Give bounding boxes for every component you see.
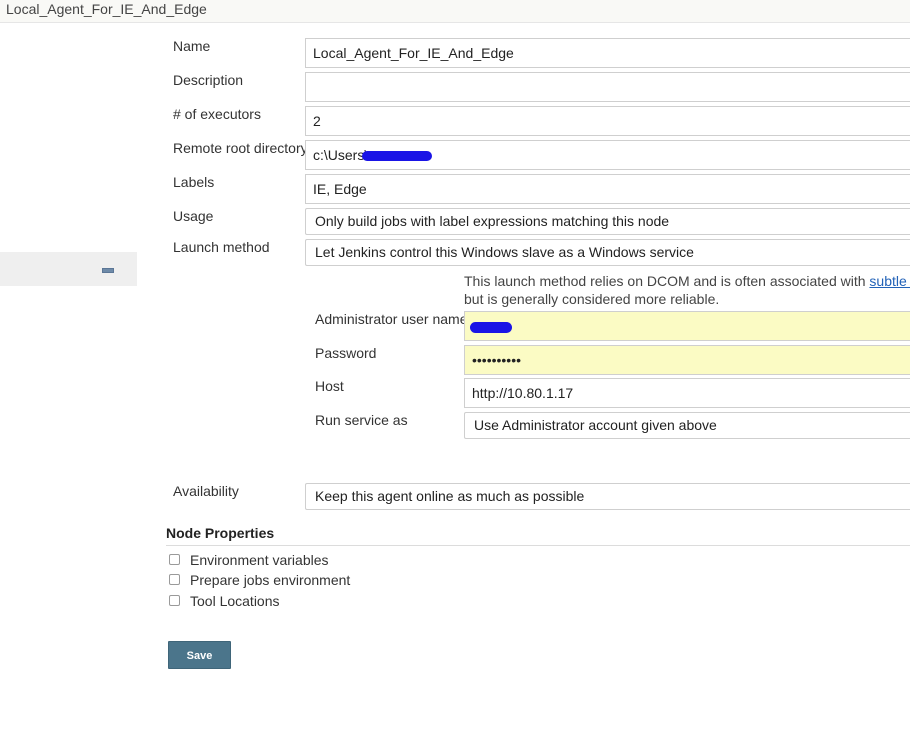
collapse-icon[interactable] [102,268,114,273]
password-input[interactable]: •••••••••• [464,345,910,375]
launch-method-help: This launch method relies on DCOM and is… [464,272,910,308]
availability-select[interactable]: Keep this agent online as much as possib… [305,483,910,510]
remote-root-input[interactable]: c:\Users\ [305,140,910,170]
save-button[interactable]: Save [168,641,231,669]
help-text-line2: but is generally considered more reliabl… [464,291,720,307]
node-config-page: Local_Agent_For_IE_And_Edge Name Local_A… [0,0,910,744]
usage-label: Usage [173,208,214,224]
help-text-line1: This launch method relies on DCOM and is… [464,273,870,289]
labels-label: Labels [173,174,215,190]
env-variables-checkbox[interactable] [169,554,180,565]
page-header: Local_Agent_For_IE_And_Edge [0,0,910,23]
help-link[interactable]: subtle pro [869,273,910,289]
launch-method-label: Launch method [173,239,270,255]
availability-label: Availability [173,483,239,499]
redaction-mark [470,321,512,333]
labels-input[interactable]: IE, Edge [305,174,910,204]
name-input[interactable]: Local_Agent_For_IE_And_Edge [305,38,910,68]
tool-locations-checkbox[interactable] [169,595,180,606]
section-divider [166,545,910,546]
executors-input[interactable]: 2 [305,106,910,136]
description-input[interactable] [305,72,910,102]
host-input[interactable]: http://10.80.1.17 [464,378,910,408]
name-label: Name [173,38,211,54]
env-variables-label: Environment variables [190,552,329,568]
usage-select[interactable]: Only build jobs with label expressions m… [305,208,910,235]
admin-user-label: Administrator user name [315,311,468,327]
prepare-jobs-checkbox[interactable] [169,574,180,585]
run-service-as-label: Run service as [315,412,408,428]
tool-locations-label: Tool Locations [190,593,280,609]
executors-label: # of executors [173,106,261,122]
sidebar-panel [0,252,137,286]
admin-user-input[interactable] [464,311,910,341]
password-label: Password [315,345,377,361]
launch-method-select[interactable]: Let Jenkins control this Windows slave a… [305,239,910,266]
redaction-mark [362,151,433,162]
remote-root-prefix: c:\Users\ [313,147,369,163]
description-label: Description [173,72,244,88]
node-properties-title: Node Properties [166,525,275,541]
page-title: Local_Agent_For_IE_And_Edge [6,1,207,17]
prepare-jobs-label: Prepare jobs environment [190,572,351,588]
host-label: Host [315,378,344,394]
run-service-as-select[interactable]: Use Administrator account given above [464,412,910,439]
remote-root-label: Remote root directory [173,140,308,156]
